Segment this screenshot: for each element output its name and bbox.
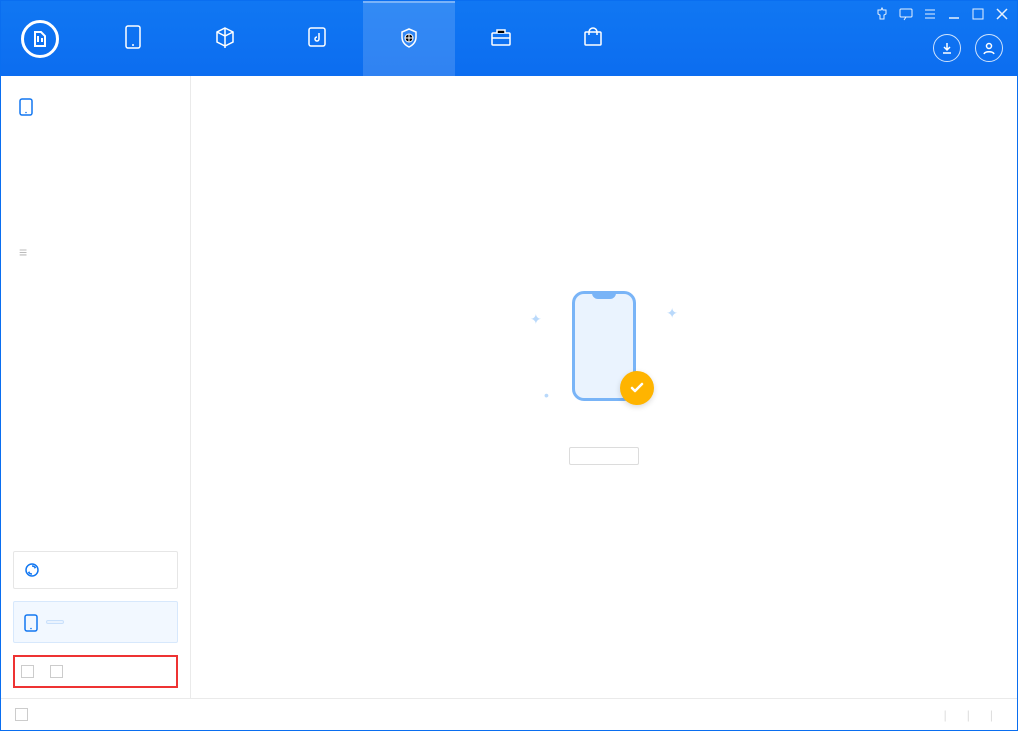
list-icon: ≡ bbox=[19, 244, 27, 260]
phone-icon bbox=[19, 98, 33, 116]
user-button[interactable] bbox=[975, 34, 1003, 62]
menu-icon[interactable] bbox=[923, 7, 937, 21]
minimize-icon[interactable] bbox=[947, 7, 961, 21]
app-window: ≡ bbox=[0, 0, 1018, 731]
checkbox-row bbox=[13, 655, 178, 688]
refresh-icon bbox=[24, 562, 40, 578]
window-controls bbox=[875, 7, 1009, 21]
body: ≡ bbox=[1, 76, 1017, 698]
sparkle-icon: ✦ bbox=[530, 311, 542, 328]
nav-tabs bbox=[87, 1, 639, 76]
cube-icon bbox=[213, 25, 237, 49]
nav-smart-flash[interactable] bbox=[363, 1, 455, 76]
storage-badge bbox=[46, 620, 64, 624]
header bbox=[1, 1, 1017, 76]
footer-left bbox=[15, 708, 32, 721]
sparkle-icon: ✦ bbox=[666, 305, 678, 322]
header-right bbox=[933, 34, 1003, 62]
nav-store[interactable] bbox=[547, 1, 639, 76]
sidebar-item-download-firmware[interactable] bbox=[1, 294, 190, 318]
sidebar-section-title bbox=[1, 88, 190, 126]
skin-icon[interactable] bbox=[875, 7, 889, 21]
cart-icon bbox=[581, 25, 605, 49]
skip-guide-checkbox[interactable] bbox=[50, 665, 67, 678]
nav-toolbox[interactable] bbox=[455, 1, 547, 76]
shield-icon bbox=[397, 26, 421, 50]
success-illustration: ✦ ✦ • bbox=[524, 291, 684, 411]
nav-apps-games[interactable] bbox=[179, 1, 271, 76]
nav-my-device[interactable] bbox=[87, 1, 179, 76]
ok-button[interactable] bbox=[569, 447, 639, 465]
footer-right: | | | bbox=[934, 708, 1003, 722]
maximize-icon[interactable] bbox=[971, 7, 985, 21]
main-content: ✦ ✦ • bbox=[191, 76, 1017, 698]
mode-box[interactable] bbox=[13, 551, 178, 589]
sidebar-item-other-tools[interactable] bbox=[1, 270, 190, 294]
sidebar-section-title: ≡ bbox=[1, 234, 190, 270]
music-icon bbox=[305, 25, 329, 49]
toolbox-icon bbox=[489, 25, 513, 49]
sidebar: ≡ bbox=[1, 76, 191, 698]
phone-icon bbox=[24, 614, 38, 632]
sidebar-section-flash bbox=[1, 76, 190, 222]
sparkle-icon: • bbox=[544, 387, 549, 403]
sidebar-item-advanced[interactable] bbox=[1, 318, 190, 342]
sidebar-item-batch-flash[interactable] bbox=[1, 198, 190, 222]
logo-icon bbox=[21, 20, 59, 58]
sidebar-item-pro-flash[interactable] bbox=[1, 174, 190, 198]
check-icon bbox=[620, 371, 654, 405]
block-itunes-checkbox[interactable] bbox=[15, 708, 32, 721]
device-icon bbox=[121, 25, 145, 49]
download-button[interactable] bbox=[933, 34, 961, 62]
sidebar-section-more: ≡ bbox=[1, 222, 190, 342]
device-box[interactable] bbox=[13, 601, 178, 643]
sidebar-item-itunes-flash[interactable] bbox=[1, 126, 190, 150]
auto-activate-checkbox[interactable] bbox=[21, 665, 38, 678]
nav-ringtone-wallpaper[interactable] bbox=[271, 1, 363, 76]
sidebar-item-oneclick-flash[interactable] bbox=[1, 150, 190, 174]
feedback-icon[interactable] bbox=[899, 7, 913, 21]
close-icon[interactable] bbox=[995, 7, 1009, 21]
footer: | | | bbox=[1, 698, 1017, 730]
logo bbox=[1, 20, 87, 58]
